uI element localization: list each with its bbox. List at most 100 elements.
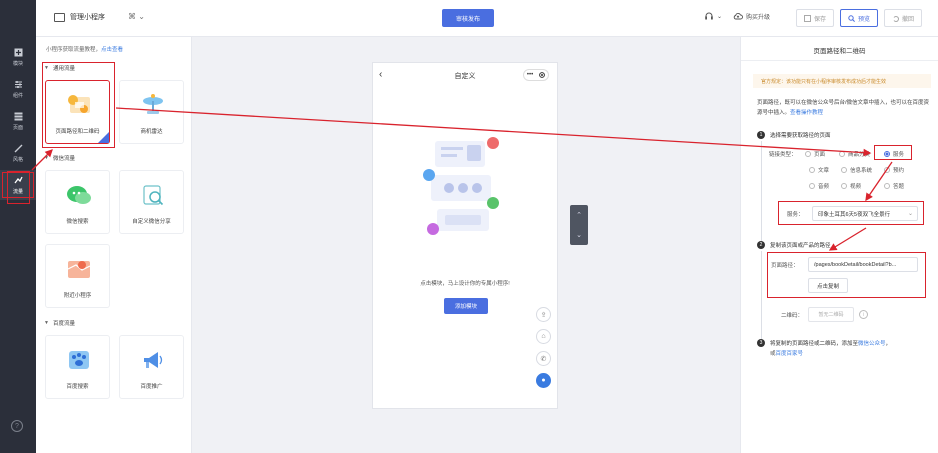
card-baidu-search[interactable]: 百度搜索: [45, 335, 110, 399]
radio-article[interactable]: 文章: [809, 166, 829, 174]
add-module-button[interactable]: 添加模块: [444, 298, 488, 314]
radio-dot: [884, 167, 890, 173]
baidu-paw-icon: [69, 351, 89, 369]
customer-service-icon[interactable]: ●: [536, 373, 551, 388]
step-1: 1 选择需要获取路径的页面: [757, 131, 831, 139]
step-number: 1: [757, 131, 765, 139]
group-title: 百度流量: [52, 321, 75, 327]
radio-label: 答题: [893, 184, 905, 190]
radio-video[interactable]: 视频: [841, 182, 861, 190]
card-nearby-miniprogram[interactable]: 附近小程序: [45, 244, 110, 308]
rail-label: 页面: [12, 124, 23, 131]
radio-label: 文章: [818, 168, 830, 174]
support-caret: ⌄: [717, 13, 723, 20]
wechat-official-account-link[interactable]: 微信公众号: [858, 341, 886, 347]
card-wechat-search[interactable]: 微信搜索: [45, 170, 110, 234]
annotation-box-path: [767, 252, 926, 298]
rail-item-pages[interactable]: 页面: [0, 106, 36, 136]
canvas-side-tools: ⌃ ⌄: [570, 205, 588, 245]
card-label: 微信搜索: [66, 219, 89, 225]
rail-item-style[interactable]: 风格: [0, 138, 36, 168]
preview-button[interactable]: 预览: [840, 9, 878, 27]
plus-square-icon: [13, 48, 23, 58]
group-title: 微信流量: [52, 156, 75, 162]
brush-icon: [13, 144, 23, 154]
rail-label: 组件: [12, 92, 23, 99]
qrcode-button[interactable]: 暂无二维码: [808, 307, 854, 322]
radar-dish-icon: [143, 94, 163, 114]
app-grid-icon[interactable]: ⌘ ⌄: [128, 12, 145, 21]
info-icon[interactable]: i: [859, 310, 868, 319]
left-rail: 模块 组件 页面 风格 流量 ?: [0, 0, 36, 453]
card-baidu-promotion[interactable]: 百度推广: [119, 335, 184, 399]
radio-dot: [809, 183, 815, 189]
publish-button[interactable]: 审核发布: [442, 9, 494, 27]
share-icon[interactable]: ⇪: [536, 307, 551, 322]
card-label: 附近小程序: [63, 293, 92, 299]
radio-audio[interactable]: 音频: [809, 182, 829, 190]
move-up-icon[interactable]: ⌃: [576, 211, 582, 219]
search-icon: [848, 14, 855, 22]
radio-label: 音频: [818, 184, 830, 190]
card-label: 百度搜索: [66, 384, 89, 390]
group-wechat-traffic[interactable]: ▼ 微信流量: [44, 154, 75, 162]
baidu-baijiahao-link[interactable]: 百度百家号: [776, 351, 804, 357]
capsule-menu[interactable]: •••: [523, 69, 549, 81]
step-3-separator: ，: [885, 341, 892, 347]
cloud-upgrade-icon: [733, 12, 743, 20]
tutorial-link[interactable]: 查看操作教程: [790, 110, 823, 116]
radio-label: 视频: [850, 184, 862, 190]
support-menu[interactable]: ⌄: [704, 11, 722, 21]
radio-info-system[interactable]: 信息系统: [841, 166, 872, 174]
radio-label: 预约: [893, 168, 905, 174]
empty-page-message: 点击模块，马上设计你的专属小程序!: [420, 281, 510, 287]
radio-label: 商品分类: [848, 152, 871, 158]
step-connector: [760, 251, 762, 339]
settings-panel: 页面路径和二维码 官方规定：该功能只有在小程序审核发布成功后才能生效 页面路径，…: [740, 37, 938, 453]
more-icon: •••: [526, 72, 534, 78]
move-down-icon[interactable]: ⌄: [576, 231, 582, 239]
annotation-box-service-radio: [874, 145, 912, 160]
annotation-box-service-select: [778, 201, 924, 225]
qrcode-label: 二维码：: [781, 313, 804, 319]
caret-down-icon: ▼: [44, 320, 49, 326]
step-3: 3 将复制的页面路径或二维码，添加至微信公众号，: [757, 339, 891, 347]
help-icon[interactable]: ?: [11, 420, 23, 432]
step-2: 2 复制该页面或产品的路径: [757, 241, 831, 249]
rail-label: 模块: [12, 60, 23, 67]
wechat-icon: [67, 186, 91, 204]
radio-dot: [839, 151, 845, 157]
annotation-box-rail-traffic: [7, 171, 30, 204]
phone-call-icon[interactable]: ✆: [536, 351, 551, 366]
window-icon: [54, 12, 65, 22]
radio-page[interactable]: 页面: [805, 150, 825, 158]
link-type-label: 链接类型：: [769, 152, 797, 158]
step-3-label: 将复制的页面路径或二维码，添加至: [770, 341, 859, 347]
undo-button[interactable]: 撤回: [884, 9, 922, 27]
home-icon[interactable]: ⌂: [536, 329, 551, 344]
card-business-radar[interactable]: 商机雷达: [119, 80, 184, 144]
tutorial-link[interactable]: 点击查看: [101, 47, 123, 53]
radio-product-category[interactable]: 商品分类: [839, 150, 870, 158]
annotation-box-card: [42, 62, 115, 148]
rail-item-modules[interactable]: 模块: [0, 42, 36, 72]
card-custom-wechat-share[interactable]: 自定义微信分享: [119, 170, 184, 234]
settings-title: 页面路径和二维码: [813, 48, 866, 55]
phone-preview: ‹ 自定义 ••• 点击模块，马上设计你的专属小程序! 添加模块 ⇪ ⌂ ✆ ●: [372, 62, 558, 409]
radio-booking[interactable]: 预约: [884, 166, 904, 174]
manage-miniprogram[interactable]: 管理小程序: [54, 12, 105, 22]
radio-quiz[interactable]: 答题: [884, 182, 904, 190]
radio-dot: [805, 151, 811, 157]
radio-dot: [841, 167, 847, 173]
editor-canvas: ‹ 自定义 ••• 点击模块，马上设计你的专属小程序! 添加模块 ⇪ ⌂ ✆ ●…: [192, 37, 740, 453]
upgrade-link[interactable]: 购买升级: [733, 11, 770, 21]
save-button[interactable]: 保存: [796, 9, 834, 27]
top-toolbar: 管理小程序 ⌘ ⌄ 审核发布 ⌄ 购买升级 保存 预览 撤回: [36, 0, 938, 37]
rail-item-components[interactable]: 组件: [0, 74, 36, 104]
step-3-line2: 或百度百家号: [770, 349, 803, 357]
traffic-tutorial-hint: 小程序获取流量教程，点击查看: [46, 45, 123, 53]
sliders-icon: [13, 80, 23, 90]
card-label: 自定义微信分享: [132, 219, 171, 225]
group-baidu-traffic[interactable]: ▼ 百度流量: [44, 319, 75, 327]
megaphone-icon: [144, 352, 163, 368]
